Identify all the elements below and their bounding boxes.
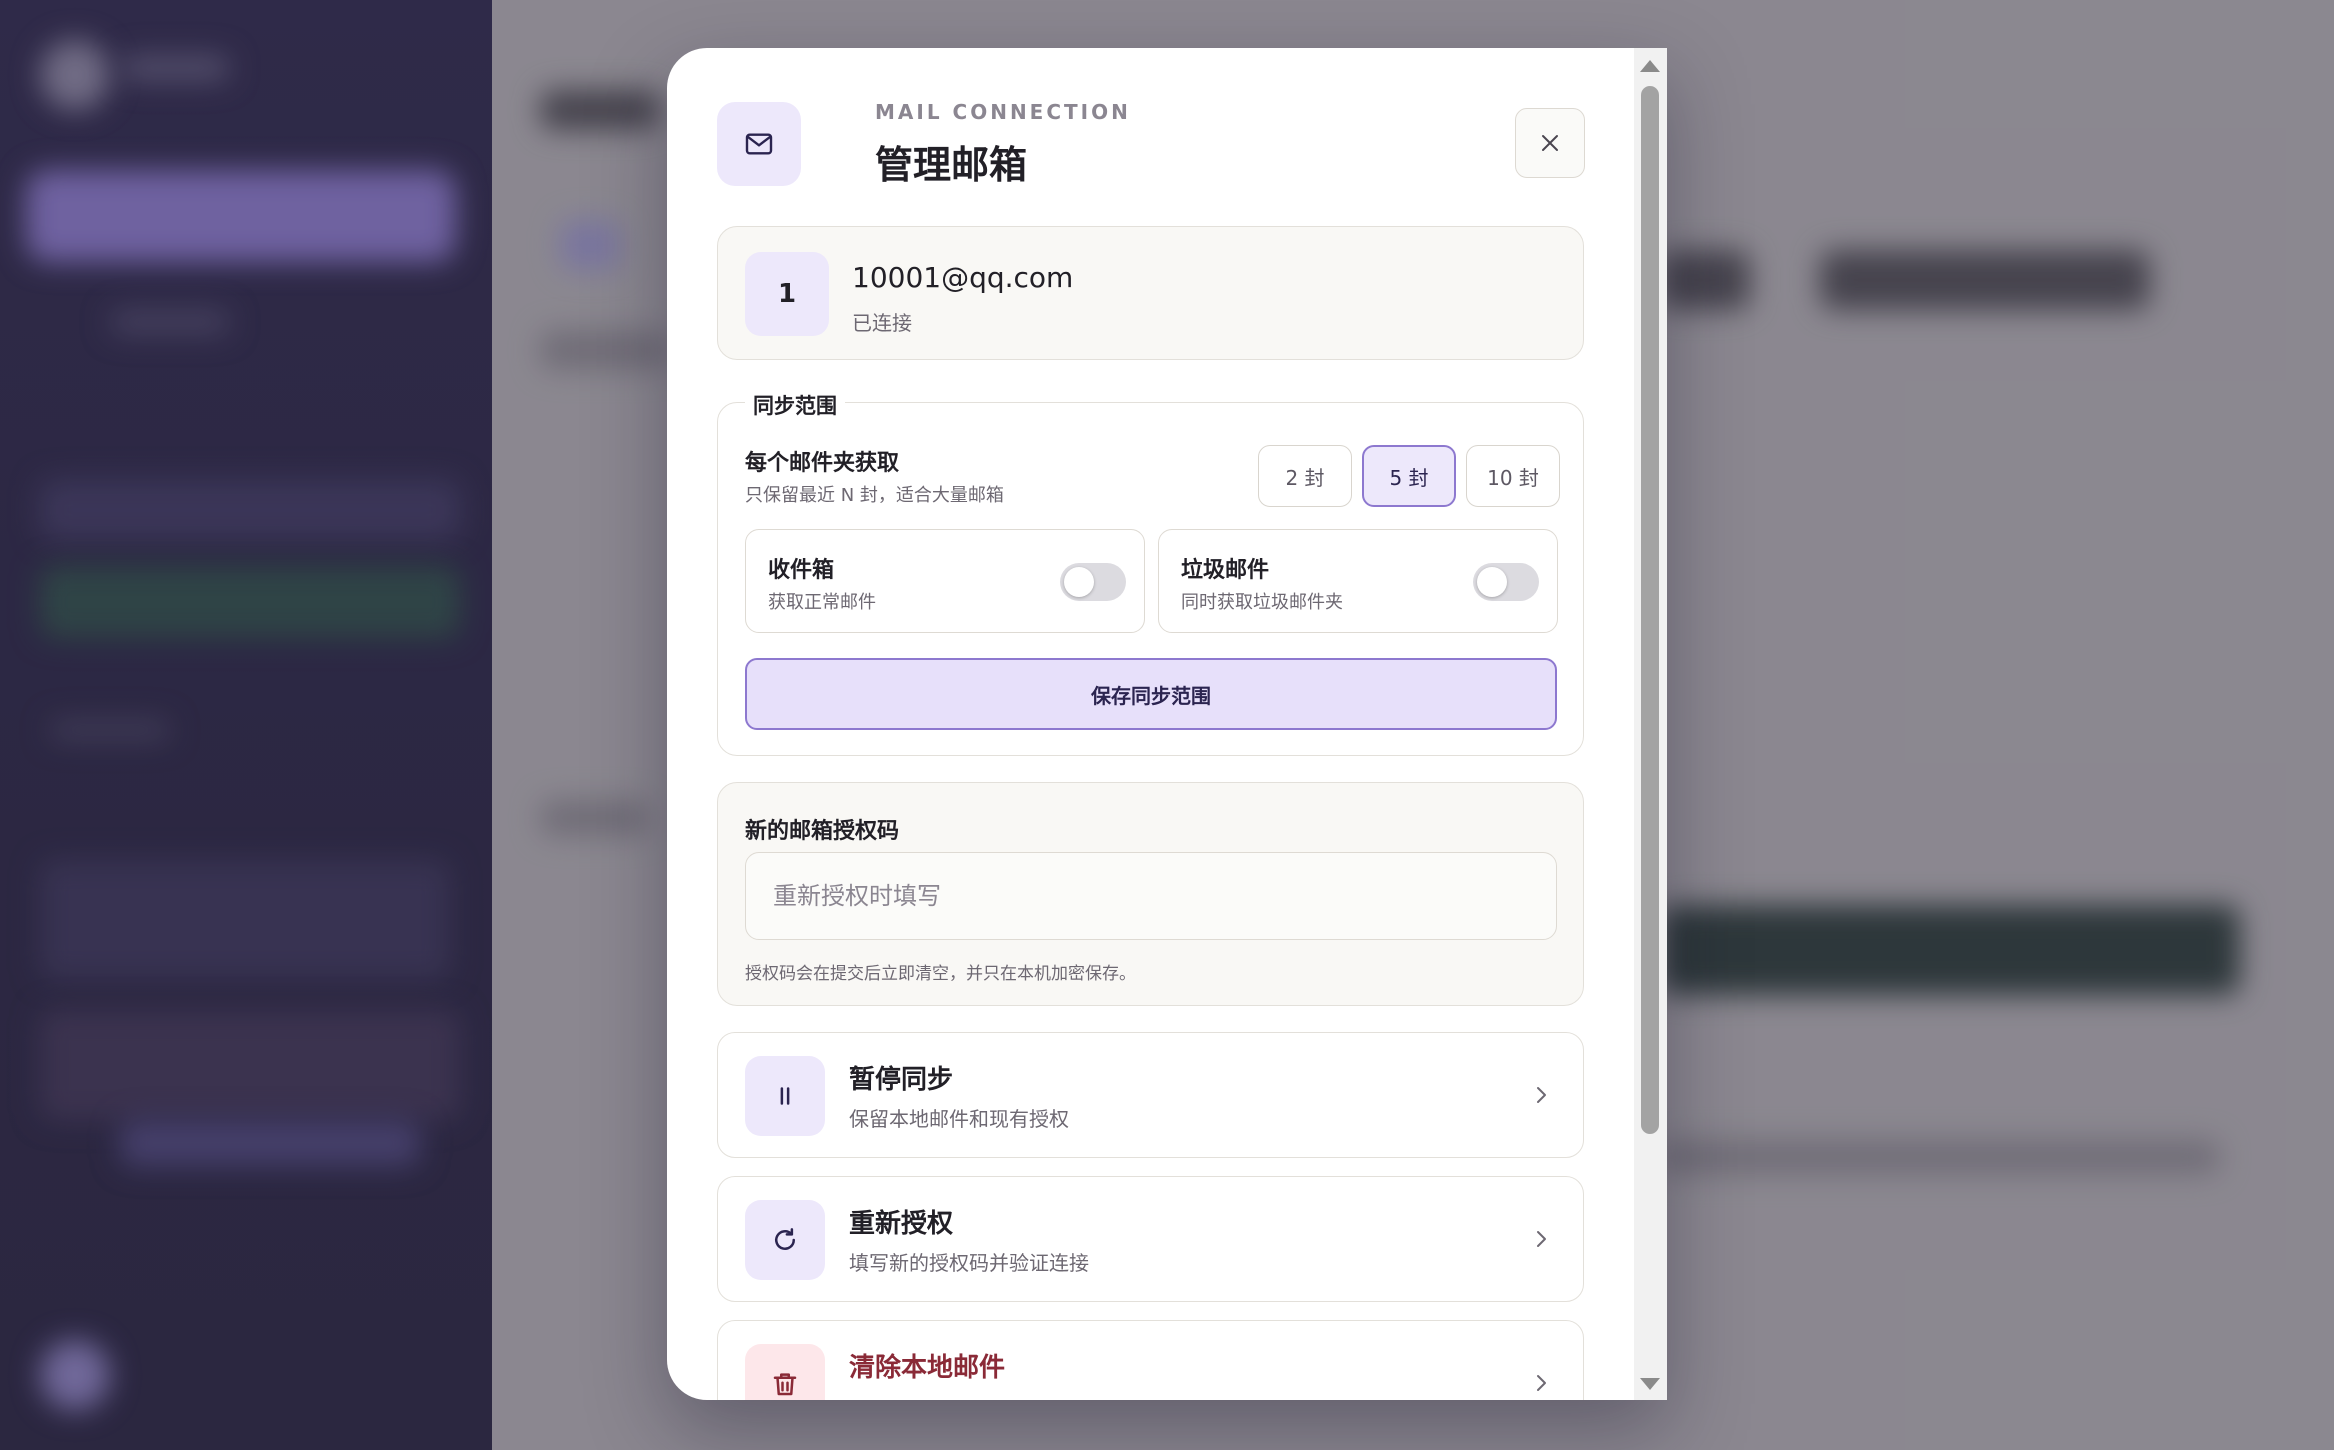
pause-sync-action[interactable]: 暂停同步 保留本地邮件和现有授权 — [717, 1032, 1584, 1158]
switch-knob — [1064, 567, 1094, 597]
chevron-right-icon — [1537, 1087, 1546, 1103]
close-button[interactable] — [1515, 108, 1585, 178]
account-email: 10001@qq.com — [852, 261, 1074, 294]
auth-code-card: 新的邮箱授权码 授权码会在提交后立即清空，并只在本机加密保存。 — [717, 782, 1584, 1006]
pause-sync-subtitle: 保留本地邮件和现有授权 — [849, 1107, 1069, 1131]
per-folder-hint: 只保留最近 N 封，适合大量邮箱 — [745, 485, 1004, 506]
save-sync-range-button[interactable]: 保存同步范围 — [745, 658, 1557, 730]
account-card: 1 10001@qq.com 已连接 — [717, 226, 1584, 360]
mail-icon — [717, 102, 801, 186]
manage-mailbox-dialog: MAIL CONNECTION 管理邮箱 1 10001@qq.com 已连接 … — [667, 48, 1667, 1400]
refresh-icon — [745, 1200, 825, 1280]
sync-range-fieldset: 每个邮件夹获取 只保留最近 N 封，适合大量邮箱 2 封 5 封 10 封 收件… — [717, 402, 1584, 756]
spam-toggle-subtitle: 同时获取垃圾邮件夹 — [1181, 592, 1343, 613]
chevron-right-icon — [1537, 1375, 1546, 1391]
inbox-toggle-subtitle: 获取正常邮件 — [768, 592, 876, 613]
reauthorize-subtitle: 填写新的授权码并验证连接 — [849, 1251, 1089, 1275]
reauthorize-title: 重新授权 — [849, 1209, 954, 1239]
per-folder-label: 每个邮件夹获取 — [745, 451, 900, 476]
account-status: 已连接 — [852, 311, 912, 335]
switch-knob — [1477, 567, 1507, 597]
inbox-toggle-row[interactable]: 收件箱 获取正常邮件 — [745, 529, 1145, 633]
account-number-badge: 1 — [745, 252, 829, 336]
dialog-scrollbar-thumb[interactable] — [1641, 86, 1659, 1134]
auth-code-label: 新的邮箱授权码 — [745, 819, 900, 844]
pause-icon — [745, 1056, 825, 1136]
spam-toggle-row[interactable]: 垃圾邮件 同时获取垃圾邮件夹 — [1158, 529, 1558, 633]
count-option-2[interactable]: 2 封 — [1258, 445, 1352, 507]
trash-icon — [745, 1344, 825, 1400]
count-option-5[interactable]: 5 封 — [1362, 445, 1456, 507]
spam-toggle-title: 垃圾邮件 — [1181, 558, 1270, 583]
inbox-toggle-title: 收件箱 — [768, 558, 835, 583]
chevron-right-icon — [1537, 1231, 1546, 1247]
scroll-down-arrow-icon[interactable] — [1640, 1378, 1660, 1390]
auth-code-input[interactable] — [745, 852, 1557, 940]
dialog-eyebrow: MAIL CONNECTION — [875, 100, 1131, 124]
reauthorize-action[interactable]: 重新授权 填写新的授权码并验证连接 — [717, 1176, 1584, 1302]
scroll-up-arrow-icon[interactable] — [1640, 60, 1660, 72]
inbox-toggle-switch[interactable] — [1060, 563, 1126, 601]
spam-toggle-switch[interactable] — [1473, 563, 1539, 601]
close-icon — [1542, 135, 1558, 151]
pause-sync-title: 暂停同步 — [849, 1065, 954, 1095]
sync-range-legend: 同步范围 — [745, 390, 845, 420]
clear-local-mail-title: 清除本地邮件 — [849, 1353, 1006, 1383]
count-option-10[interactable]: 10 封 — [1466, 445, 1560, 507]
dialog-title: 管理邮箱 — [875, 143, 1028, 187]
clear-local-mail-action[interactable]: 清除本地邮件 — [717, 1320, 1584, 1400]
auth-code-hint: 授权码会在提交后立即清空，并只在本机加密保存。 — [745, 964, 1136, 984]
